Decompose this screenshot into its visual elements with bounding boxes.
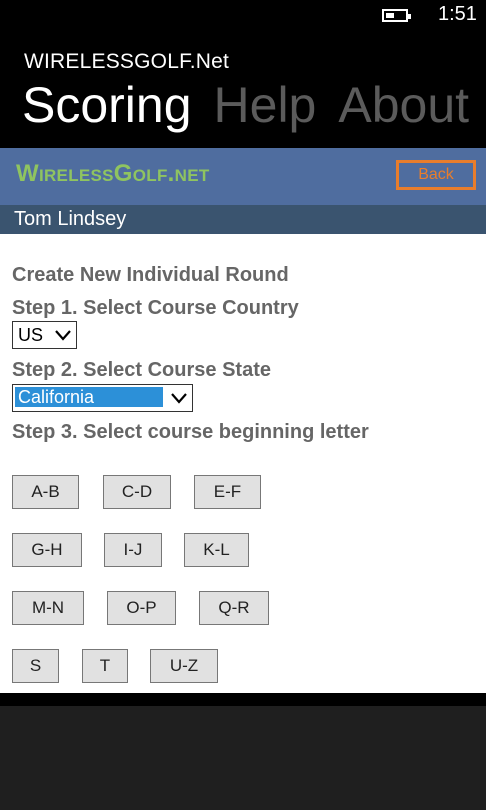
- battery-icon: [382, 9, 411, 22]
- letter-button-a-b[interactable]: A-B: [12, 475, 79, 509]
- letter-button-t[interactable]: T: [82, 649, 128, 683]
- step1-label: Step 1. Select Course Country: [12, 297, 299, 319]
- letter-button-q-r[interactable]: Q-R: [199, 591, 269, 625]
- status-time: 1:51: [438, 3, 477, 25]
- content-area: WirelessGolf.net Back Tom Lindsey Create…: [0, 148, 486, 693]
- state-value: California: [15, 387, 163, 407]
- pivot-header: Scoring Help About: [22, 76, 486, 134]
- tab-help[interactable]: Help: [214, 76, 317, 134]
- step3-label: Step 3. Select course beginning letter: [12, 421, 369, 443]
- back-button[interactable]: Back: [396, 160, 476, 190]
- country-select[interactable]: US: [12, 321, 77, 349]
- app-title: WIRELESSGOLF.Net: [24, 50, 230, 73]
- letter-button-i-j[interactable]: I-J: [104, 533, 162, 567]
- form-heading: Create New Individual Round: [12, 264, 289, 286]
- chevron-down-icon: [171, 393, 187, 404]
- tab-scoring[interactable]: Scoring: [22, 76, 192, 134]
- letter-button-g-h[interactable]: G-H: [12, 533, 82, 567]
- letter-button-s[interactable]: S: [12, 649, 59, 683]
- chevron-down-icon: [55, 330, 71, 341]
- letter-button-u-z[interactable]: U-Z: [150, 649, 218, 683]
- step2-label: Step 2. Select Course State: [12, 359, 271, 381]
- user-name: Tom Lindsey: [14, 208, 127, 230]
- tab-about[interactable]: About: [338, 76, 469, 134]
- battery-level: [386, 13, 394, 18]
- letter-button-o-p[interactable]: O-P: [107, 591, 176, 625]
- country-value: US: [18, 325, 44, 345]
- app-bar: [0, 706, 486, 810]
- letter-button-k-l[interactable]: K-L: [184, 533, 249, 567]
- letter-button-c-d[interactable]: C-D: [103, 475, 171, 509]
- status-bar: 1:51: [0, 0, 486, 34]
- letter-button-m-n[interactable]: M-N: [12, 591, 84, 625]
- user-bar: Tom Lindsey: [0, 205, 486, 234]
- state-select[interactable]: California: [12, 384, 193, 412]
- brand-logo: WirelessGolf.net: [16, 160, 210, 187]
- site-banner: WirelessGolf.net Back: [0, 148, 486, 205]
- letter-button-e-f[interactable]: E-F: [194, 475, 261, 509]
